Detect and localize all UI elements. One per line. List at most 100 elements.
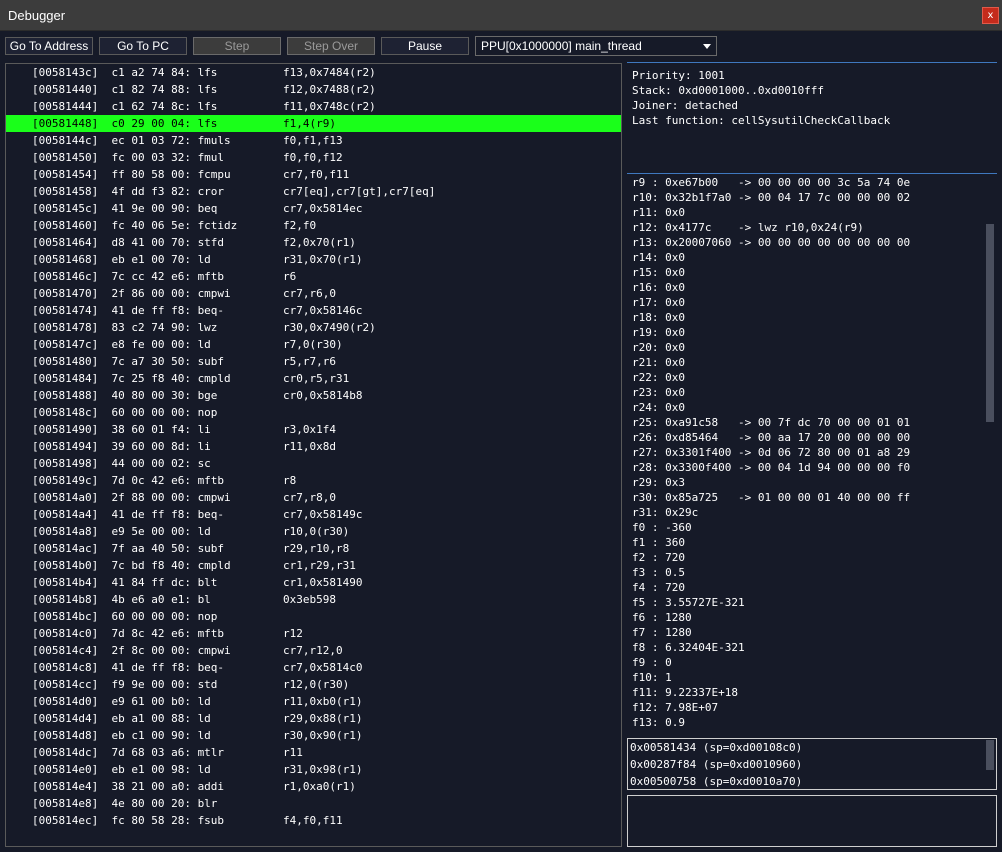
instruction-address: [00581440] c1 82 74 88: lfs [32, 83, 218, 96]
disassembly-row[interactable]: [00581498] 44 00 00 02: sc [6, 455, 621, 472]
disassembly-row[interactable]: [00581478] 83 c2 74 90: lwz r30,0x7490(r2… [6, 319, 621, 336]
disassembly-row[interactable]: [00581450] fc 00 03 32: fmul f0,f0,f12 [6, 149, 621, 166]
disassembly-row[interactable]: [005814d4] eb a1 00 88: ld r29,0x88(r1) [6, 710, 621, 727]
instruction-operands: cr7,r12,0 [283, 644, 343, 657]
disassembly-row[interactable]: [00581484] 7c 25 f8 40: cmpld cr0,r5,r31 [6, 370, 621, 387]
disassembly-row[interactable]: [005814bc] 60 00 00 00: nop [6, 608, 621, 625]
disassembly-row[interactable]: [005814a4] 41 de ff f8: beq-cr7,0x58149c [6, 506, 621, 523]
log-panel[interactable] [627, 795, 997, 847]
registers-scrollbar[interactable] [986, 224, 994, 422]
disassembly-row[interactable]: [005814ac] 7f aa 40 50: subf r29,r10,r8 [6, 540, 621, 557]
instruction-operands: 0x3eb598 [283, 593, 336, 606]
instruction-operands: cr0,0x5814b8 [283, 389, 363, 402]
disassembly-row-current[interactable]: [00581448] c0 29 00 04: lfs f1,4(r9) [6, 115, 621, 132]
disassembly-row[interactable]: [005814a0] 2f 88 00 00: cmpwi cr7,r8,0 [6, 489, 621, 506]
disassembly-row[interactable]: [005814ec] fc 80 58 28: fsub f4,f0,f11 [6, 812, 621, 829]
instruction-address: [005814cc] f9 9e 00 00: std [32, 678, 218, 691]
disassembly-row[interactable]: [005814d0] e9 61 00 b0: ld r11,0xb0(r1) [6, 693, 621, 710]
registers-panel[interactable]: r9 : 0xe67b00 -> 00 00 00 00 3c 5a 74 0e… [627, 174, 997, 732]
disassembly-row[interactable]: [00581474] 41 de ff f8: beq-cr7,0x58146c [6, 302, 621, 319]
disassembly-row[interactable]: [0058144c] ec 01 03 72: fmuls f0,f1,f13 [6, 132, 621, 149]
instruction-address: [005814bc] 60 00 00 00: nop [32, 610, 218, 623]
register-line: r15: 0x0 [632, 266, 685, 279]
disassembly-row[interactable]: [00581464] d8 41 00 70: stfd f2,0x70(r1) [6, 234, 621, 251]
instruction-address: [00581478] 83 c2 74 90: lwz [32, 321, 218, 334]
thread-select[interactable]: PPU[0x1000000] main_thread [475, 36, 717, 56]
disassembly-row[interactable]: [00581490] 38 60 01 f4: li r3,0x1f4 [6, 421, 621, 438]
register-line: r23: 0x0 [632, 386, 685, 399]
instruction-address: [005814c0] 7d 8c 42 e6: mftb [32, 627, 225, 640]
instruction-address: [0058148c] 60 00 00 00: nop [32, 406, 218, 419]
disassembly-row[interactable]: [00581440] c1 82 74 88: lfs f12,0x7488(r2… [6, 81, 621, 98]
go-to-address-button[interactable]: Go To Address [5, 37, 93, 55]
disassembly-row[interactable]: [00581460] fc 40 06 5e: fctidz f2,f0 [6, 217, 621, 234]
instruction-address: [005814a0] 2f 88 00 00: cmpwi [32, 491, 231, 504]
thread-priority: Priority: 1001 [632, 69, 725, 82]
disassembly-row[interactable]: [005814d8] eb c1 00 90: ld r30,0x90(r1) [6, 727, 621, 744]
disassembly-row[interactable]: [005814e0] eb e1 00 98: ld r31,0x98(r1) [6, 761, 621, 778]
disassembly-row[interactable]: [005814e8] 4e 80 00 20: blr [6, 795, 621, 812]
register-line: f2 : 720 [632, 551, 685, 564]
register-line: r9 : 0xe67b00 -> 00 00 00 00 3c 5a 74 0e [632, 176, 911, 189]
register-line: r19: 0x0 [632, 326, 685, 339]
disassembly-row[interactable]: [0058146c] 7c cc 42 e6: mftb r6 [6, 268, 621, 285]
disassembly-row[interactable]: [005814c0] 7d 8c 42 e6: mftb r12 [6, 625, 621, 642]
call-stack-entry[interactable]: 0x00581434 (sp=0xd00108c0) [630, 739, 802, 756]
instruction-operands: cr7[eq],cr7[gt],cr7[eq] [283, 185, 436, 198]
instruction-address: [005814dc] 7d 68 03 a6: mtlr [32, 746, 225, 759]
disassembly-row[interactable]: [0058149c] 7d 0c 42 e6: mftb r8 [6, 472, 621, 489]
call-stack-list[interactable]: 0x00581434 (sp=0xd00108c0) 0x00287f84 (sp… [627, 738, 997, 790]
disassembly-row[interactable]: [005814e4] 38 21 00 a0: addi r1,0xa0(r1) [6, 778, 621, 795]
chevron-down-icon [703, 44, 711, 49]
instruction-operands: r3,0x1f4 [283, 423, 336, 436]
disassembly-row[interactable]: [00581494] 39 60 00 8d: li r11,0x8d [6, 438, 621, 455]
instruction-operands: f4,f0,f11 [283, 814, 343, 827]
disassembly-row[interactable]: [005814b4] 41 84 ff dc: blt cr1,0x581490 [6, 574, 621, 591]
call-stack-entry[interactable]: 0x00287f84 (sp=0xd0010960) [630, 756, 802, 773]
instruction-operands: f2,0x70(r1) [283, 236, 356, 249]
disassembly-row[interactable]: [005814cc] f9 9e 00 00: std r12,0(r30) [6, 676, 621, 693]
close-icon[interactable]: x [982, 7, 999, 24]
register-line: r18: 0x0 [632, 311, 685, 324]
disassembly-row[interactable]: [0058148c] 60 00 00 00: nop [6, 404, 621, 421]
instruction-address: [005814e4] 38 21 00 a0: addi [32, 780, 225, 793]
disassembly-row[interactable]: [00581488] 40 80 00 30: bge cr0,0x5814b8 [6, 387, 621, 404]
disassembly-row[interactable]: [00581480] 7c a7 30 50: subf r5,r7,r6 [6, 353, 621, 370]
disassembly-row[interactable]: [00581470] 2f 86 00 00: cmpwi cr7,r6,0 [6, 285, 621, 302]
disassembly-row[interactable]: [00581458] 4f dd f3 82: cror cr7[eq],cr7[… [6, 183, 621, 200]
instruction-address: [00581488] 40 80 00 30: bge [32, 389, 218, 402]
instruction-operands: cr1,r29,r31 [283, 559, 356, 572]
disassembly-row[interactable]: [005814c4] 2f 8c 00 00: cmpwi cr7,r12,0 [6, 642, 621, 659]
register-line: f9 : 0 [632, 656, 672, 669]
disassembly-row[interactable]: [005814b8] 4b e6 a0 e1: bl 0x3eb598 [6, 591, 621, 608]
disassembly-row[interactable]: [005814b0] 7c bd f8 40: cmpld cr1,r29,r31 [6, 557, 621, 574]
disassembly-list[interactable]: [0058143c] c1 a2 74 84: lfs f13,0x7484(r2… [5, 63, 622, 847]
instruction-address: [0058143c] c1 a2 74 84: lfs [32, 66, 218, 79]
instruction-address: [00581464] d8 41 00 70: stfd [32, 236, 225, 249]
register-line: r17: 0x0 [632, 296, 685, 309]
thread-last-function: Last function: cellSysutilCheckCallback [632, 114, 891, 127]
instruction-operands: f11,0x748c(r2) [283, 100, 376, 113]
disassembly-row[interactable]: [00581468] eb e1 00 70: ld r31,0x70(r1) [6, 251, 621, 268]
title-bar: Debugger x [0, 0, 1002, 31]
instruction-operands: cr7,f0,f11 [283, 168, 350, 181]
disassembly-row[interactable]: [00581454] ff 80 58 00: fcmpu cr7,f0,f11 [6, 166, 621, 183]
register-line: r28: 0x3300f400 -> 00 04 1d 94 00 00 00 … [632, 461, 911, 474]
step-button[interactable]: Step [193, 37, 281, 55]
call-stack-entry[interactable]: 0x00500758 (sp=0xd0010a70) [630, 773, 802, 789]
disassembly-row[interactable]: [005814a8] e9 5e 00 00: ld r10,0(r30) [6, 523, 621, 540]
instruction-operands: r30,0x7490(r2) [283, 321, 376, 334]
disassembly-row[interactable]: [00581444] c1 62 74 8c: lfs f11,0x748c(r2… [6, 98, 621, 115]
disassembly-row[interactable]: [0058145c] 41 9e 00 90: beq cr7,0x5814ec [6, 200, 621, 217]
instruction-operands: f13,0x7484(r2) [283, 66, 376, 79]
step-over-button[interactable]: Step Over [287, 37, 375, 55]
pause-button[interactable]: Pause [381, 37, 469, 55]
call-stack-scrollbar[interactable] [986, 740, 994, 770]
instruction-operands: r31,0x70(r1) [283, 253, 363, 266]
go-to-pc-button[interactable]: Go To PC [99, 37, 187, 55]
instruction-address: [0058146c] 7c cc 42 e6: mftb [32, 270, 225, 283]
disassembly-row[interactable]: [005814dc] 7d 68 03 a6: mtlr r11 [6, 744, 621, 761]
disassembly-row[interactable]: [0058143c] c1 a2 74 84: lfs f13,0x7484(r2… [6, 64, 621, 81]
disassembly-row[interactable]: [0058147c] e8 fe 00 00: ld r7,0(r30) [6, 336, 621, 353]
disassembly-row[interactable]: [005814c8] 41 de ff f8: beq-cr7,0x5814c0 [6, 659, 621, 676]
